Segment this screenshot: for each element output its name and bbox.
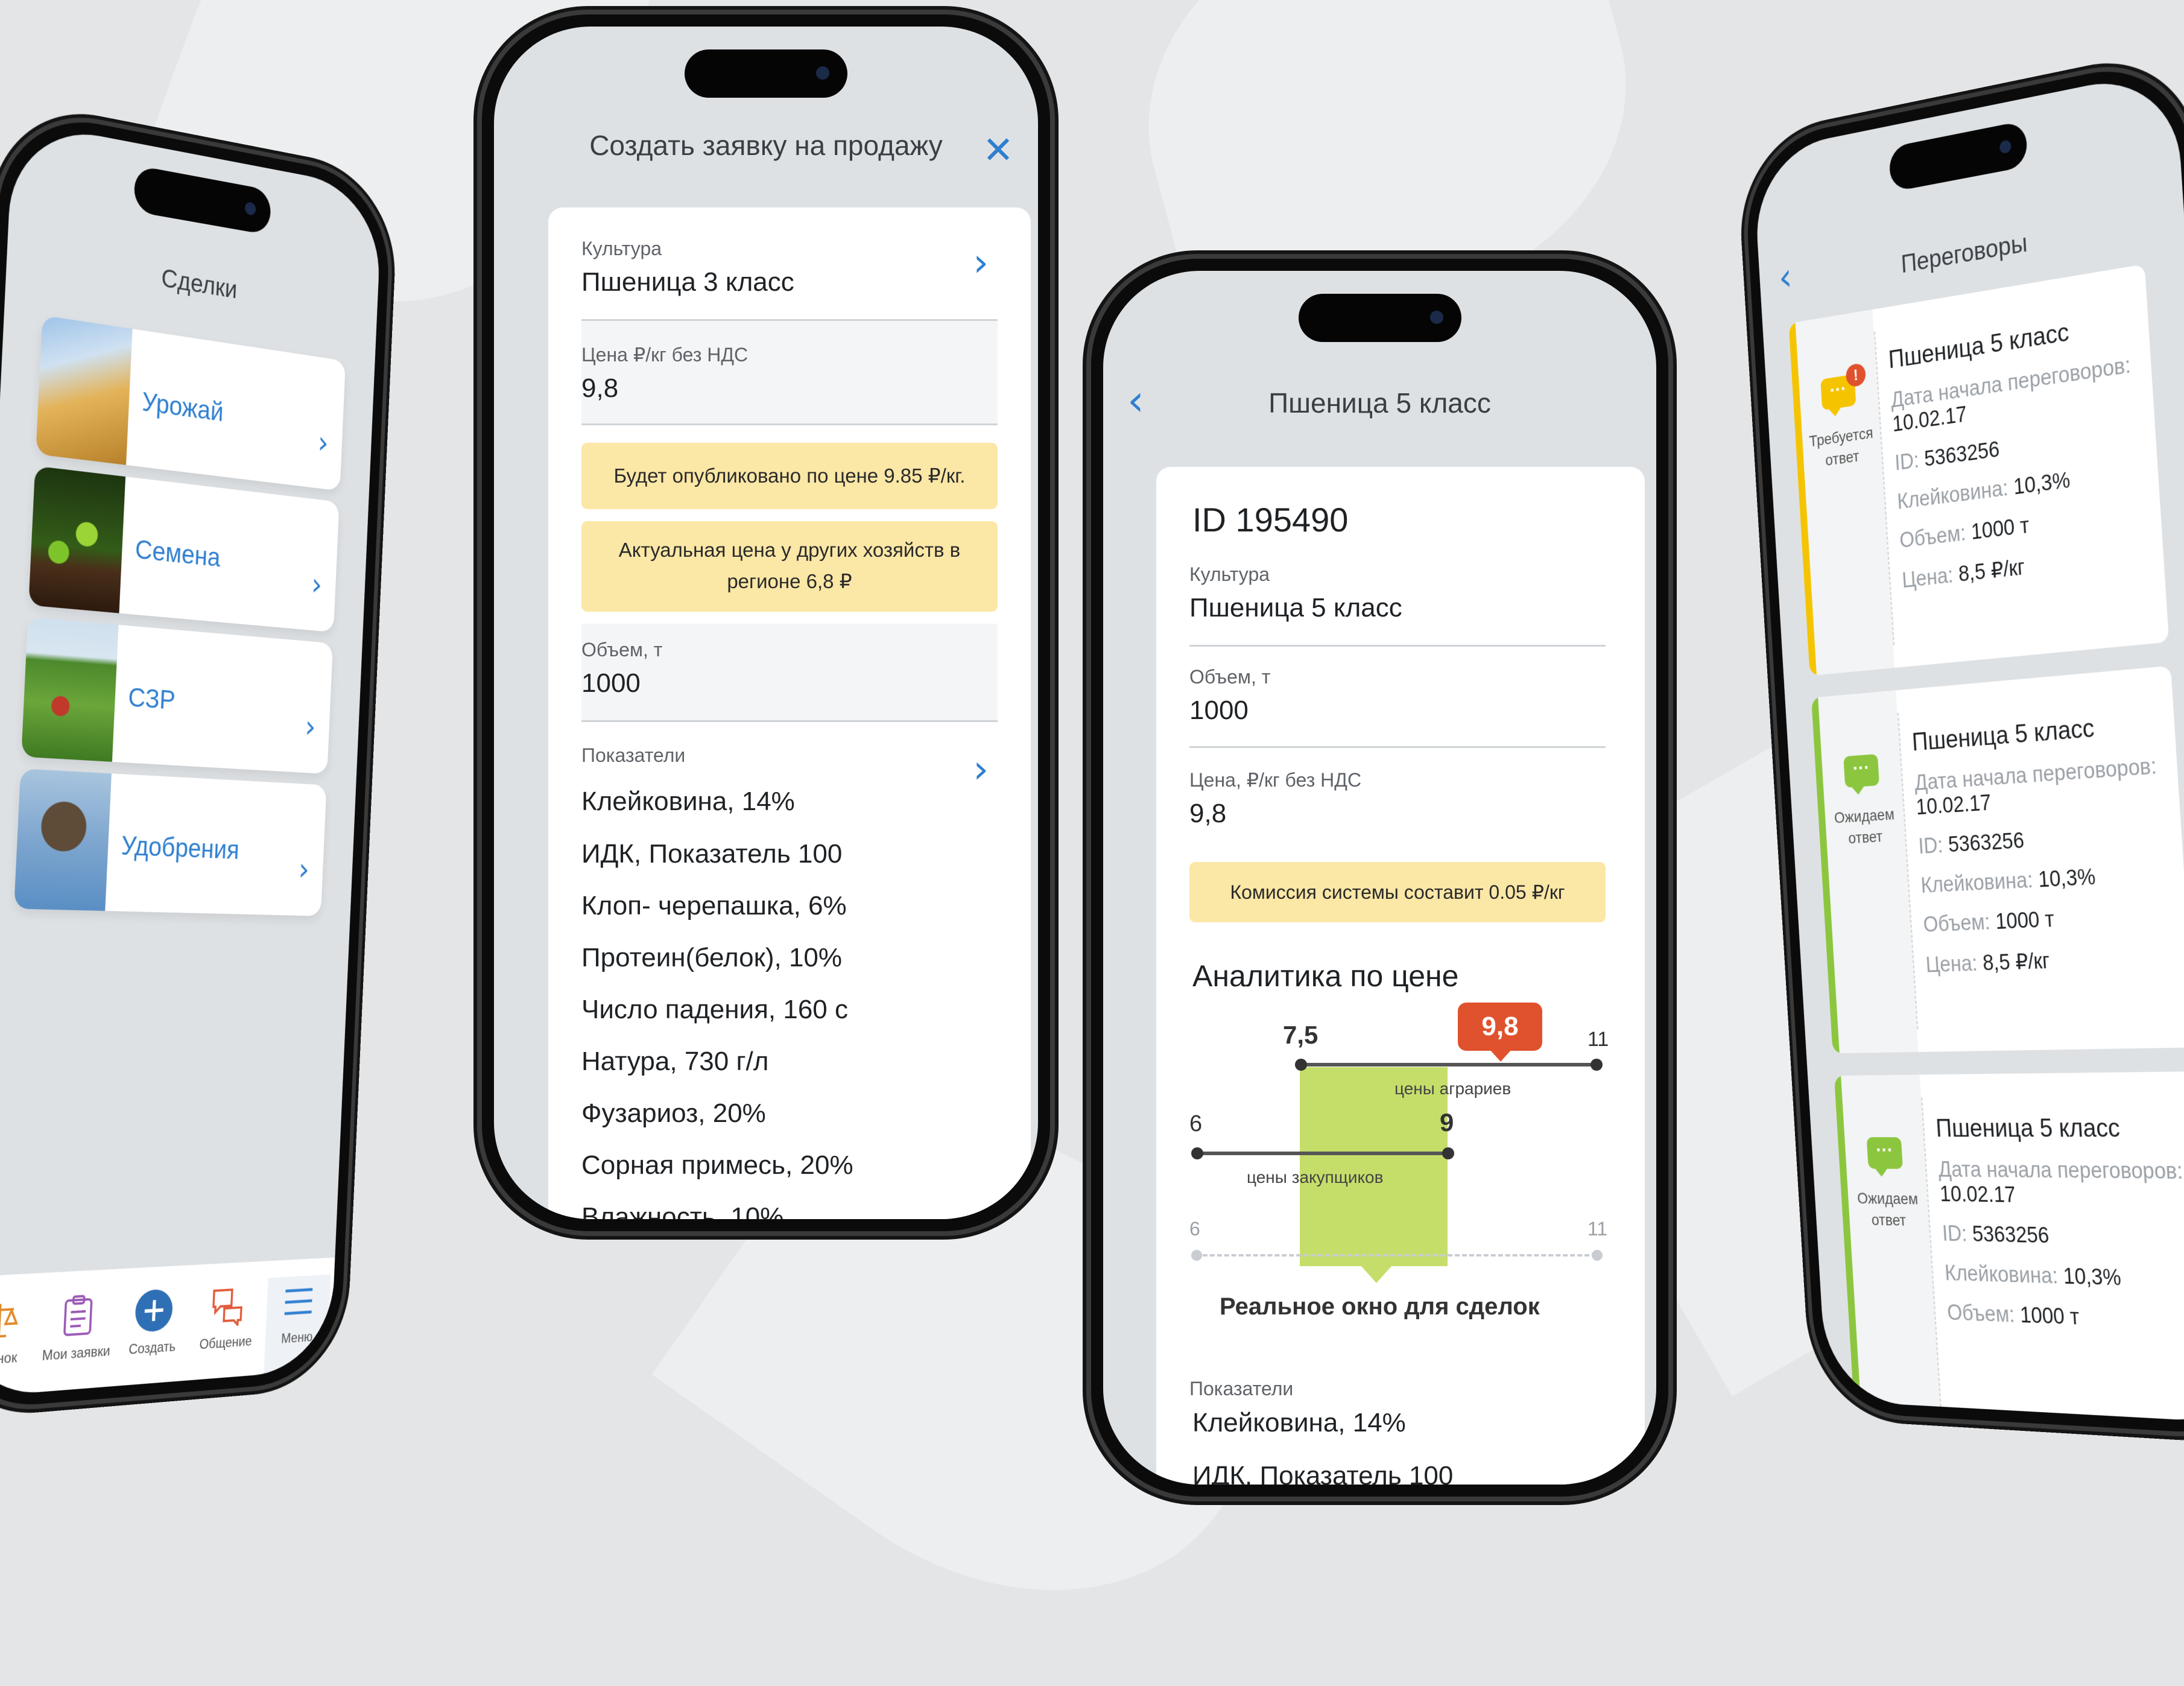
farmers-range-line — [1300, 1063, 1597, 1066]
deal-category-fertilizers[interactable]: Удобрения › — [14, 769, 327, 916]
dynamic-island — [1888, 120, 2028, 192]
tractor-field-photo-icon — [21, 616, 119, 762]
chevron-right-icon: › — [317, 423, 330, 462]
dynamic-island — [685, 49, 847, 98]
indicator-item: Клоп- черепашка, 6% — [581, 891, 847, 921]
deal-category-label: Удобрения — [120, 830, 240, 865]
chevron-right-icon: › — [304, 708, 317, 746]
published-price-note: Будет опубликовано по цене 9.85 ₽/кг. — [581, 443, 998, 509]
buyers-max-label: 9 — [1440, 1108, 1454, 1136]
scale-max-label: 11 — [1587, 1218, 1608, 1240]
chat-bubble-icon: ··· — [1843, 753, 1880, 788]
volume-field: Объем, т 1000 — [1189, 666, 1271, 725]
phone-deal-detail: ‹ Пшеница 5 класс ID 195490 Культура Пше… — [1083, 250, 1677, 1505]
chevron-right-icon: › — [311, 566, 323, 604]
deal-category-harvest[interactable]: Урожай › — [36, 315, 346, 491]
create-request-screen: Создать заявку на продажу ✕ Культура Пше… — [494, 27, 1038, 1219]
indicator-item: Клейковина, 14% — [581, 787, 795, 816]
deal-category-label: СЗР — [127, 682, 176, 715]
deal-category-label: Урожай — [141, 386, 224, 427]
indicator-item: Натура, 730 г/л — [581, 1047, 769, 1076]
phone-deals: Сделки Урожай › Семена › СЗР › Удобрения… — [0, 95, 399, 1421]
price-analytics-chart: 7,5 11 цены аграриев 9,8 6 9 цены закупщ… — [1156, 998, 1645, 1323]
deal-category-seeds[interactable]: Семена › — [28, 466, 340, 633]
chevron-right-icon[interactable]: › — [973, 747, 989, 792]
deal-detail-screen: ‹ Пшеница 5 класс ID 195490 Культура Пше… — [1103, 271, 1656, 1485]
chat-bubble-icon: ··· — [1866, 1137, 1903, 1169]
fertilizer-hand-photo-icon — [14, 769, 112, 911]
deal-category-label: Семена — [135, 533, 221, 572]
indicator-item: Число падения, 160 с — [581, 995, 848, 1024]
tab-my-requests[interactable]: Мои заявки — [41, 1287, 113, 1364]
clipboard-icon — [42, 1287, 114, 1344]
scale-line — [1195, 1254, 1597, 1257]
tab-create[interactable]: Создать — [118, 1282, 189, 1359]
screen-title: Пшеница 5 класс — [1268, 387, 1491, 419]
dynamic-island — [1298, 294, 1461, 342]
culture-field[interactable]: Культура Пшеница 3 класс — [581, 238, 998, 297]
deal-detail-card: ID 195490 Культура Пшеница 5 класс Объем… — [1156, 467, 1645, 1485]
screen-title: Сделки — [160, 264, 238, 305]
culture-field: Культура Пшеница 5 класс — [1189, 563, 1402, 623]
buyers-range-label: цены закупщиков — [1247, 1168, 1384, 1187]
deals-screen: Сделки Урожай › Семена › СЗР › Удобрения… — [0, 119, 383, 1399]
indicator-item: Протеин(белок), 10% — [581, 943, 843, 972]
farmers-range-label: цены аграриев — [1394, 1079, 1511, 1098]
negotiations-screen: ‹ Переговоры ··· ! Требуется ответ Пшениц… — [1752, 68, 2184, 1425]
menu-icon — [266, 1275, 331, 1329]
wheat-photo-icon — [36, 315, 133, 465]
volume-field[interactable]: Объем, т 1000 — [581, 639, 998, 699]
tab-communication[interactable]: Общение — [193, 1278, 261, 1354]
indicator-item: ИДК, Показатель 100 — [581, 839, 843, 869]
tab-market[interactable]: Рынок — [0, 1291, 36, 1370]
dynamic-island — [133, 165, 272, 236]
indicator-item: Клейковина, 14% — [1192, 1408, 1406, 1437]
request-form-card: Культура Пшеница 3 класс › Цена ₽/кг без… — [548, 208, 1031, 1219]
deal-window-label: Реальное окно для сделок — [1220, 1293, 1540, 1320]
deal-id: ID 195490 — [1192, 501, 1349, 539]
chevron-right-icon: › — [297, 851, 311, 888]
card-title: Пшеница 5 класс — [1911, 714, 2095, 756]
chevron-right-icon[interactable]: › — [973, 241, 989, 285]
phone-negotiations: ‹ Переговоры ··· ! Требуется ответ Пшениц… — [1735, 43, 2184, 1447]
farmers-min-label: 7,5 — [1283, 1021, 1318, 1049]
negotiation-card[interactable]: ··· ! Требуется ответ Пшеница 5 класс Дат… — [1788, 264, 2170, 676]
price-marker-badge: 9,8 — [1458, 1003, 1542, 1051]
card-title: Пшеница 5 класс — [1935, 1114, 2121, 1143]
negotiation-card[interactable]: ··· Ожидаем ответ Пшеница 5 класс Дата на… — [1834, 1071, 2184, 1425]
indicator-item: Фузариоз, 20% — [581, 1098, 766, 1128]
buyers-min-label: 6 — [1189, 1111, 1203, 1136]
analytics-title: Аналитика по цене — [1192, 959, 1459, 993]
chat-icon — [194, 1278, 261, 1334]
close-icon[interactable]: ✕ — [983, 132, 1014, 170]
indicators-field: Показатели — [1189, 1378, 1294, 1399]
scales-icon — [0, 1291, 36, 1349]
plus-circle-icon — [119, 1282, 188, 1339]
negotiation-card[interactable]: ··· Ожидаем ответ Пшеница 5 класс Дата на… — [1811, 665, 2184, 1054]
buyers-range-line — [1195, 1152, 1449, 1155]
tab-menu[interactable]: Меню — [264, 1274, 331, 1375]
farmers-max-label: 11 — [1587, 1028, 1609, 1051]
scale-min-label: 6 — [1189, 1218, 1200, 1240]
seedling-photo-icon — [28, 466, 126, 613]
price-field[interactable]: Цена ₽/кг без НДС 9,8 — [581, 343, 998, 404]
regional-price-note: Актуальная цена у других хозяйств в реги… — [581, 521, 998, 612]
indicators-field[interactable]: Показатели — [581, 744, 998, 767]
indicator-item: Сорная примесь, 20% — [581, 1150, 853, 1180]
screen-title: Создать заявку на продажу — [589, 130, 943, 161]
indicator-item: ИДК, Показатель 100 — [1192, 1461, 1454, 1485]
commission-note: Комиссия системы составит 0.05 ₽/кг — [1189, 862, 1606, 922]
deal-category-pesticides[interactable]: СЗР › — [21, 616, 334, 775]
phone-create-request: Создать заявку на продажу ✕ Культура Пше… — [473, 6, 1059, 1240]
price-field: Цена, ₽/кг без НДС 9,8 — [1189, 769, 1362, 828]
indicator-item: Влажность, 10% — [581, 1202, 784, 1219]
